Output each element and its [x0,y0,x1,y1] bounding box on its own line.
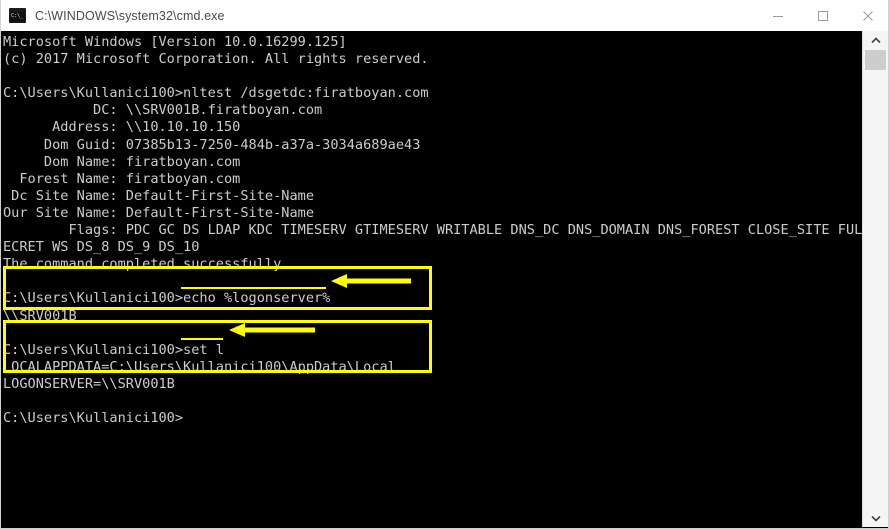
console-line: LOCALAPPDATA=C:\Users\Kullanici100\AppDa… [3,358,396,375]
console-line: Dc Site Name: Default-First-Site-Name [3,187,314,204]
close-button[interactable] [845,0,888,31]
console-line: C:\Users\Kullanici100>nltest /dsgetdc:fi… [3,85,429,102]
console-line: C:\Users\Kullanici100> [3,410,184,427]
minimize-icon [772,15,783,17]
console-line: Our Site Name: Default-First-Site-Name [3,204,314,221]
console-line: The command completed successfully [3,256,282,273]
minimize-button[interactable] [755,0,800,31]
annotation-underline-echo-command [181,287,326,289]
console-line: LOGONSERVER=\\SRV001B [3,375,175,392]
cmd-window: C:\_ C:\WINDOWS\system32\cmd.exe Microso… [0,0,889,529]
console-line: C:\Users\Kullanici100>echo %logonserver% [3,290,331,307]
maximize-button[interactable] [800,0,845,31]
console-line: Microsoft Windows [Version 10.0.16299.12… [3,34,347,50]
console-line: Forest Name: firatboyan.com [3,170,241,187]
scroll-up-button[interactable] [863,31,888,49]
console-line: Flags: PDC GC DS LDAP KDC TIMESERV GTIME… [3,222,887,239]
chevron-up-icon [870,36,881,43]
maximize-icon [817,10,828,21]
console-line: Dom Guid: 07385b13-7250-484b-a37a-3034a6… [3,136,421,153]
console-line: Dom Name: firatboyan.com [3,153,241,170]
console-line: ECRET WS DS_8 DS_9 DS_10 [3,239,200,256]
annotation-underline-set-command [181,338,223,340]
console-line: C:\Users\Kullanici100>set l [3,341,224,358]
chevron-down-icon [870,515,881,522]
window-title: C:\WINDOWS\system32\cmd.exe [35,8,225,23]
cmd-icon-screen: C:\_ [10,12,25,22]
window-controls [755,0,888,31]
console-output-area[interactable]: Microsoft Windows [Version 10.0.16299.12… [1,31,888,527]
console-line: Address: \\10.10.10.150 [3,119,241,136]
console-text: Microsoft Windows [Version 10.0.16299.12… [3,34,887,427]
console-line: \\SRV001B [3,307,77,324]
console-line: (c) 2017 Microsoft Corporation. All righ… [3,51,429,68]
scroll-down-button[interactable] [863,509,888,527]
cmd-icon: C:\_ [9,8,26,23]
title-bar[interactable]: C:\_ C:\WINDOWS\system32\cmd.exe [1,0,888,32]
console-line: DC: \\SRV001B.firatboyan.com [3,102,323,119]
scrollbar-thumb[interactable] [865,50,886,70]
vertical-scrollbar[interactable] [862,31,888,527]
close-icon [862,10,873,21]
